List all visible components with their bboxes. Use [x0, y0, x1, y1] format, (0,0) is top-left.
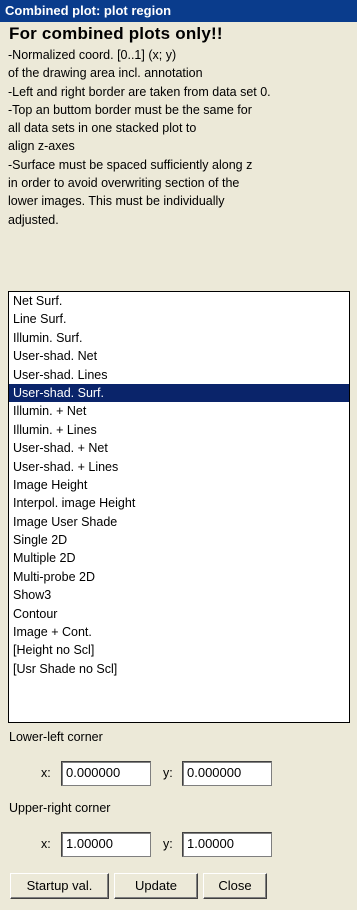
list-item[interactable]: Image + Cont. — [9, 623, 349, 641]
info-line: all data sets in one stacked plot to — [8, 121, 197, 136]
info-text: -Normalized coord. [0..1] (x; y) of the … — [8, 46, 353, 229]
list-item[interactable]: User-shad. + Lines — [9, 458, 349, 476]
list-item[interactable]: Illumin. + Lines — [9, 421, 349, 439]
info-line: of the drawing area incl. annotation — [8, 66, 203, 81]
window-title: Combined plot: plot region — [0, 0, 357, 22]
list-item[interactable]: User-shad. + Net — [9, 439, 349, 457]
lower-left-x-label: x: — [41, 766, 51, 780]
lower-left-y-label: y: — [163, 766, 173, 780]
upper-right-x-field[interactable]: 1.00000 — [61, 832, 151, 857]
list-item[interactable]: Single 2D — [9, 531, 349, 549]
info-line: -Top an buttom border must be the same f… — [8, 102, 252, 117]
list-item[interactable]: Multiple 2D — [9, 549, 349, 567]
upper-right-x-label: x: — [41, 837, 51, 851]
upper-right-label: Upper-right corner — [9, 801, 111, 815]
page-heading: For combined plots only!! — [9, 24, 223, 43]
upper-right-y-field[interactable]: 1.00000 — [182, 832, 272, 857]
list-item[interactable]: Illumin. + Net — [9, 402, 349, 420]
list-item[interactable]: [Height no Scl] — [9, 641, 349, 659]
info-line: -Surface must be spaced sufficiently alo… — [8, 157, 253, 172]
info-line: align z-axes — [8, 139, 75, 154]
list-item[interactable]: User-shad. Net — [9, 347, 349, 365]
list-item[interactable]: Image Height — [9, 476, 349, 494]
update-button[interactable]: Update — [114, 873, 198, 899]
upper-right-y-label: y: — [163, 837, 173, 851]
list-item[interactable]: Line Surf. — [9, 310, 349, 328]
list-item[interactable]: Image User Shade — [9, 513, 349, 531]
list-item[interactable]: [Usr Shade no Scl] — [9, 660, 349, 678]
info-line: lower images. This must be individually — [8, 194, 225, 209]
list-item[interactable]: User-shad. Lines — [9, 366, 349, 384]
list-item[interactable]: Illumin. Surf. — [9, 329, 349, 347]
list-item[interactable]: Net Surf. — [9, 292, 349, 310]
lower-left-x-field[interactable]: 0.000000 — [61, 761, 151, 786]
lower-left-y-field[interactable]: 0.000000 — [182, 761, 272, 786]
list-item[interactable]: Interpol. image Height — [9, 494, 349, 512]
info-line: adjusted. — [8, 212, 59, 227]
plot-type-listbox[interactable]: Net Surf. Line Surf. Illumin. Surf. User… — [8, 291, 350, 723]
info-line: -Left and right border are taken from da… — [8, 84, 271, 99]
close-button[interactable]: Close — [203, 873, 267, 899]
list-item[interactable]: Show3 — [9, 586, 349, 604]
list-item[interactable]: Contour — [9, 605, 349, 623]
list-item[interactable]: Multi-probe 2D — [9, 568, 349, 586]
info-line: -Normalized coord. [0..1] (x; y) — [8, 48, 177, 62]
info-line: in order to avoid overwriting section of… — [8, 176, 240, 191]
list-item[interactable]: User-shad. Surf. — [9, 383, 349, 403]
lower-left-label: Lower-left corner — [9, 730, 103, 744]
startup-values-button[interactable]: Startup val. — [10, 873, 109, 899]
